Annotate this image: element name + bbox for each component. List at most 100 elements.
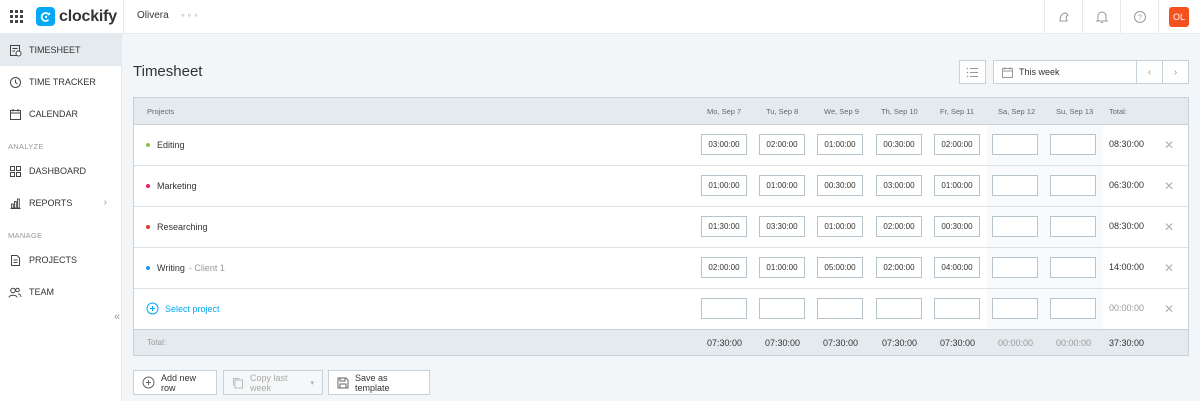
clockify-logo-icon	[36, 7, 55, 26]
time-input[interactable]	[992, 134, 1038, 155]
time-input[interactable]	[992, 298, 1038, 319]
project-name[interactable]: Writing - Client 1	[146, 263, 225, 273]
app-logo[interactable]: clockify	[36, 7, 117, 26]
time-input[interactable]: 00:30:00	[817, 175, 863, 196]
time-input[interactable]: 01:00:00	[759, 175, 805, 196]
time-input[interactable]	[992, 216, 1038, 237]
extensions-icon[interactable]	[1044, 0, 1082, 34]
time-input[interactable]	[992, 175, 1038, 196]
notifications-bell-icon[interactable]	[1082, 0, 1120, 34]
help-icon[interactable]: ?	[1120, 0, 1158, 34]
sidebar-item-time-tracker[interactable]: TIME TRACKER	[0, 66, 121, 98]
time-input[interactable]: 02:00:00	[934, 134, 980, 155]
workspace-name[interactable]: Olivera	[137, 10, 169, 21]
row-total: 08:30:00	[1109, 139, 1145, 149]
sidebar-item-dashboard[interactable]: DASHBOARD	[0, 155, 121, 187]
time-input[interactable]	[992, 257, 1038, 278]
select-project-button[interactable]: Select project	[146, 302, 220, 315]
sidebar-item-team[interactable]: TEAM	[0, 276, 121, 308]
sidebar-item-reports[interactable]: REPORTS ›	[0, 187, 121, 219]
sidebar-item-timesheet[interactable]: TIMESHEET	[0, 34, 121, 66]
workspace-menu-icon[interactable]: ∘∘∘	[180, 10, 200, 21]
project-name[interactable]: Marketing	[146, 181, 197, 191]
add-new-row-button[interactable]: Add new row	[133, 370, 217, 395]
time-input[interactable]: 02:00:00	[876, 257, 922, 278]
time-input[interactable]: 02:00:00	[876, 216, 922, 237]
table-row: Marketing 01:00:00 01:00:00 00:30:00 03:…	[134, 166, 1188, 207]
copy-last-week-button[interactable]: Copy last week ▾	[223, 370, 323, 395]
project-color-dot	[146, 266, 150, 270]
delete-row-icon[interactable]: ✕	[1164, 302, 1174, 316]
time-input[interactable]: 01:00:00	[817, 134, 863, 155]
time-input[interactable]	[701, 298, 747, 319]
project-color-dot	[146, 184, 150, 188]
delete-row-icon[interactable]: ✕	[1164, 261, 1174, 275]
time-input[interactable]: 01:00:00	[701, 175, 747, 196]
apps-grid-icon[interactable]	[10, 9, 24, 24]
day-total: 07:30:00	[765, 338, 801, 348]
sidebar-item-projects[interactable]: PROJECTS	[0, 244, 121, 276]
time-input[interactable]	[1050, 134, 1096, 155]
time-input[interactable]: 02:00:00	[701, 257, 747, 278]
sidebar: TIMESHEET TIME TRACKER CALENDAR ANALYZE …	[0, 34, 122, 401]
list-view-button[interactable]	[959, 60, 986, 84]
day-total: 07:30:00	[823, 338, 859, 348]
projects-icon	[8, 253, 22, 267]
time-input[interactable]	[1050, 257, 1096, 278]
time-input[interactable]: 04:00:00	[934, 257, 980, 278]
time-input[interactable]: 01:00:00	[759, 257, 805, 278]
sidebar-item-label: CALENDAR	[29, 109, 79, 119]
time-input[interactable]	[934, 298, 980, 319]
project-color-dot	[146, 143, 150, 147]
copy-icon	[232, 377, 244, 389]
add-circle-icon	[146, 302, 159, 315]
delete-row-icon[interactable]: ✕	[1164, 179, 1174, 193]
chevron-down-icon: ▾	[310, 379, 314, 387]
time-input[interactable]	[1050, 175, 1096, 196]
column-header-day: Tu, Sep 8	[766, 107, 799, 116]
time-input[interactable]	[759, 298, 805, 319]
timesheet-table: Projects Mo, Sep 7 Tu, Sep 8 We, Sep 9 T…	[133, 97, 1189, 356]
chevron-right-icon: ›	[103, 197, 107, 208]
time-input[interactable]: 00:30:00	[934, 216, 980, 237]
sidebar-item-label: TIMESHEET	[29, 45, 81, 55]
row-total: 00:00:00	[1109, 303, 1145, 313]
svg-text:?: ?	[1138, 15, 1142, 22]
time-input[interactable]	[876, 298, 922, 319]
calendar-icon	[8, 107, 22, 121]
project-name[interactable]: Editing	[146, 140, 185, 150]
time-input[interactable]: 00:30:00	[876, 134, 922, 155]
delete-row-icon[interactable]: ✕	[1164, 138, 1174, 152]
column-header-projects: Projects	[147, 107, 175, 116]
sidebar-item-label: TEAM	[29, 287, 55, 297]
delete-row-icon[interactable]: ✕	[1164, 220, 1174, 234]
table-row: Writing - Client 1 02:00:00 01:00:00 05:0…	[134, 248, 1188, 289]
next-week-button[interactable]: ›	[1162, 61, 1188, 83]
time-input[interactable]: 01:30:00	[701, 216, 747, 237]
user-avatar[interactable]: OL	[1169, 7, 1189, 27]
time-input[interactable]: 03:30:00	[759, 216, 805, 237]
time-input[interactable]	[1050, 216, 1096, 237]
time-input[interactable]	[1050, 298, 1096, 319]
time-input[interactable]: 03:00:00	[701, 134, 747, 155]
time-input[interactable]: 01:00:00	[934, 175, 980, 196]
time-input[interactable]: 02:00:00	[759, 134, 805, 155]
week-picker[interactable]: This week ‹ ›	[993, 60, 1189, 84]
footer-total-label: Total:	[147, 338, 167, 347]
section-manage: MANAGE	[8, 231, 43, 240]
project-name[interactable]: Researching	[146, 222, 208, 232]
collapse-sidebar-icon[interactable]: «	[114, 311, 120, 323]
time-input[interactable]	[817, 298, 863, 319]
sidebar-item-calendar[interactable]: CALENDAR	[0, 98, 121, 130]
time-input[interactable]: 05:00:00	[817, 257, 863, 278]
prev-week-button[interactable]: ‹	[1136, 61, 1162, 83]
time-input[interactable]: 03:00:00	[876, 175, 922, 196]
table-header: Projects Mo, Sep 7 Tu, Sep 8 We, Sep 9 T…	[134, 98, 1188, 125]
time-input[interactable]: 01:00:00	[817, 216, 863, 237]
save-as-template-button[interactable]: Save as template	[328, 370, 430, 395]
row-total: 14:00:00	[1109, 262, 1145, 272]
column-header-total: Total:	[1109, 107, 1127, 116]
column-header-day: Sa, Sep 12	[998, 107, 1036, 116]
list-icon	[966, 67, 978, 77]
column-header-day: We, Sep 9	[824, 107, 859, 116]
